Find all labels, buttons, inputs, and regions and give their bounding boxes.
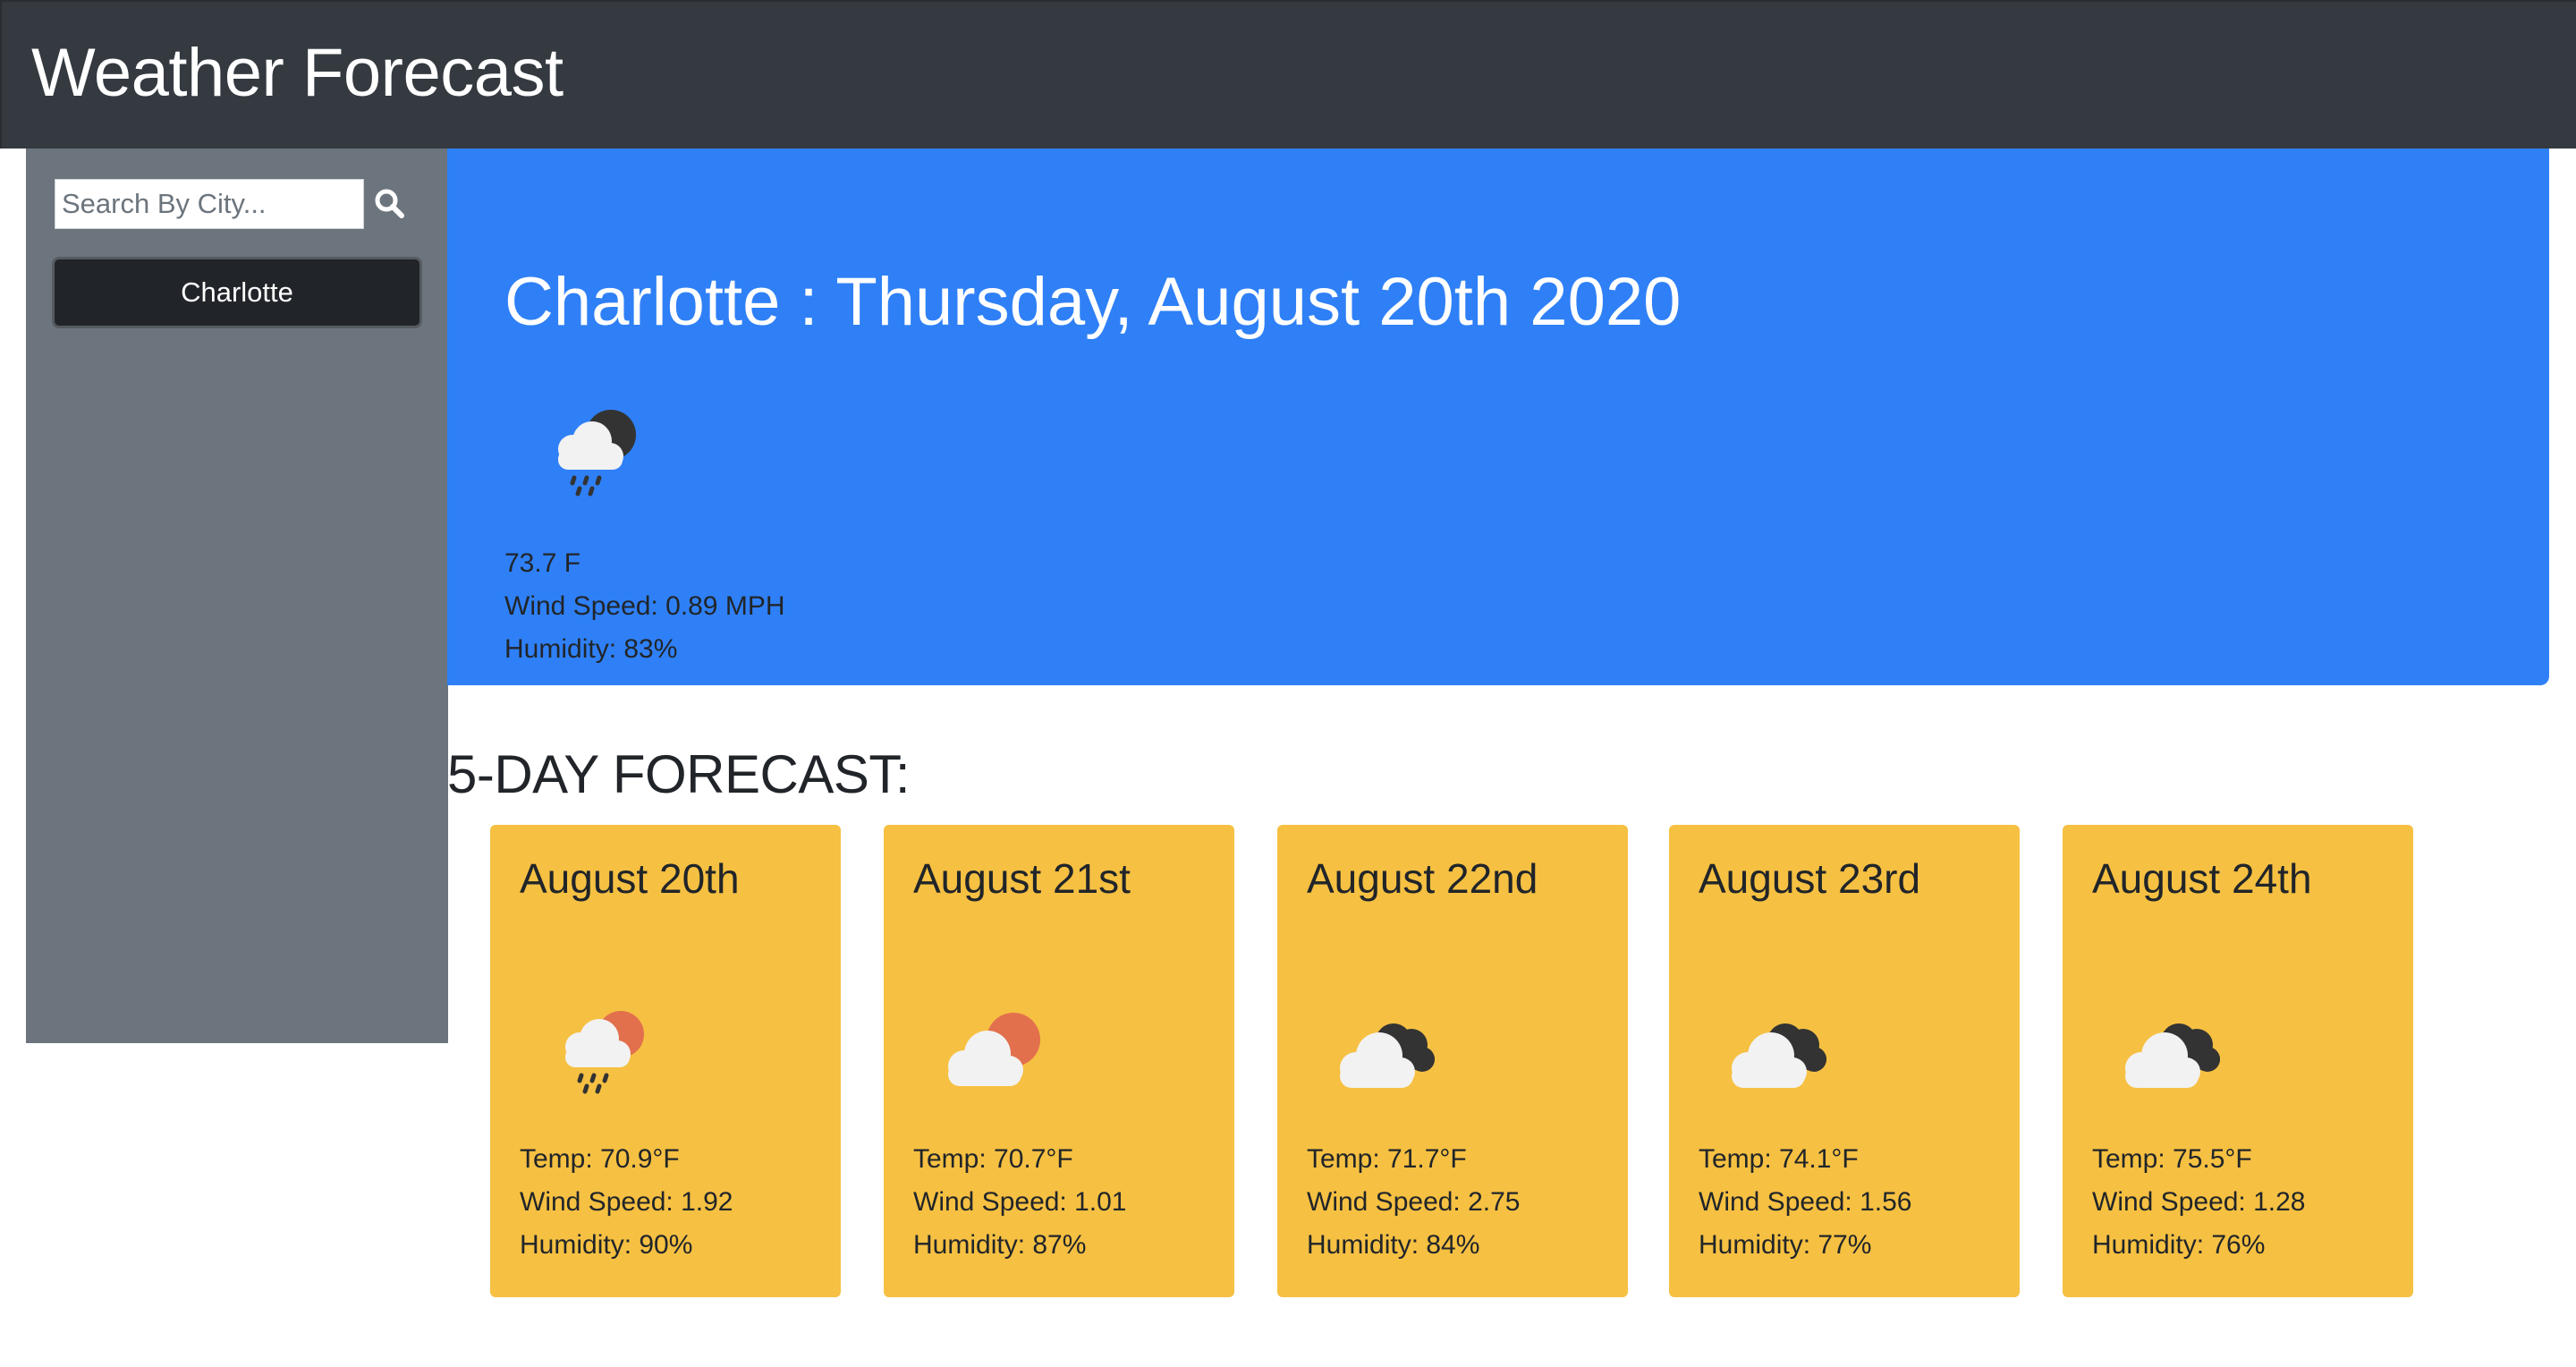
city-search-input[interactable]	[55, 179, 364, 229]
forecast-wind-speed: Wind Speed: 1.92	[520, 1187, 733, 1217]
forecast-humidity: Humidity: 76%	[2092, 1230, 2266, 1260]
navbar: Weather Forecast	[0, 0, 2576, 149]
broken-clouds-icon	[2125, 1023, 2220, 1088]
forecast-humidity: Humidity: 77%	[1699, 1230, 1872, 1260]
forecast-wind-speed: Wind Speed: 1.28	[2092, 1187, 2306, 1217]
forecast-humidity: Humidity: 87%	[913, 1230, 1087, 1260]
forecast-wind-speed: Wind Speed: 1.01	[913, 1187, 1127, 1217]
forecast-card: August 21st Temp: 70.7°F Wind Speed: 1.0…	[884, 825, 1234, 1297]
forecast-humidity: Humidity: 84%	[1307, 1230, 1480, 1260]
forecast-heading: 5-DAY FORECAST:	[447, 744, 911, 804]
search-icon	[375, 189, 404, 218]
search-button[interactable]	[372, 186, 408, 222]
current-weather-panel: Charlotte : Thursday, August 20th 2020 7…	[447, 149, 2549, 685]
history-city-charlotte-button[interactable]: Charlotte	[52, 257, 422, 328]
forecast-card: August 20th Temp: 70.9°F Wind Speed: 1.9…	[490, 825, 841, 1297]
forecast-card: August 22nd Temp: 71.7°F Wind Speed: 2.7…	[1277, 825, 1628, 1297]
rain-cloud-night-icon	[558, 410, 636, 497]
forecast-date: August 24th	[2092, 855, 2312, 902]
forecast-date: August 21st	[913, 855, 1131, 902]
current-wind-speed: Wind Speed: 0.89 MPH	[504, 591, 785, 621]
current-weather-title: Charlotte : Thursday, August 20th 2020	[504, 264, 1682, 340]
partly-cloudy-sun-icon	[948, 1013, 1040, 1086]
forecast-date: August 22nd	[1307, 855, 1538, 902]
forecast-temp: Temp: 71.7°F	[1307, 1144, 1467, 1174]
forecast-temp: Temp: 74.1°F	[1699, 1144, 1859, 1174]
forecast-date: August 20th	[520, 855, 740, 902]
forecast-wind-speed: Wind Speed: 1.56	[1699, 1187, 1912, 1217]
rain-cloud-sun-icon	[565, 1011, 644, 1094]
broken-clouds-icon	[1340, 1023, 1435, 1088]
forecast-wind-speed: Wind Speed: 2.75	[1307, 1187, 1521, 1217]
current-temperature: 73.7 F	[504, 548, 581, 578]
forecast-date: August 23rd	[1699, 855, 1921, 902]
forecast-temp: Temp: 70.9°F	[520, 1144, 680, 1174]
broken-clouds-icon	[1732, 1023, 1826, 1088]
forecast-card: August 23rd Temp: 74.1°F Wind Speed: 1.5…	[1669, 825, 2020, 1297]
app-title: Weather Forecast	[31, 35, 564, 111]
current-humidity: Humidity: 83%	[504, 634, 678, 664]
forecast-temp: Temp: 70.7°F	[913, 1144, 1073, 1174]
forecast-temp: Temp: 75.5°F	[2092, 1144, 2252, 1174]
forecast-humidity: Humidity: 90%	[520, 1230, 693, 1260]
forecast-card: August 24th Temp: 75.5°F Wind Speed: 1.2…	[2063, 825, 2413, 1297]
